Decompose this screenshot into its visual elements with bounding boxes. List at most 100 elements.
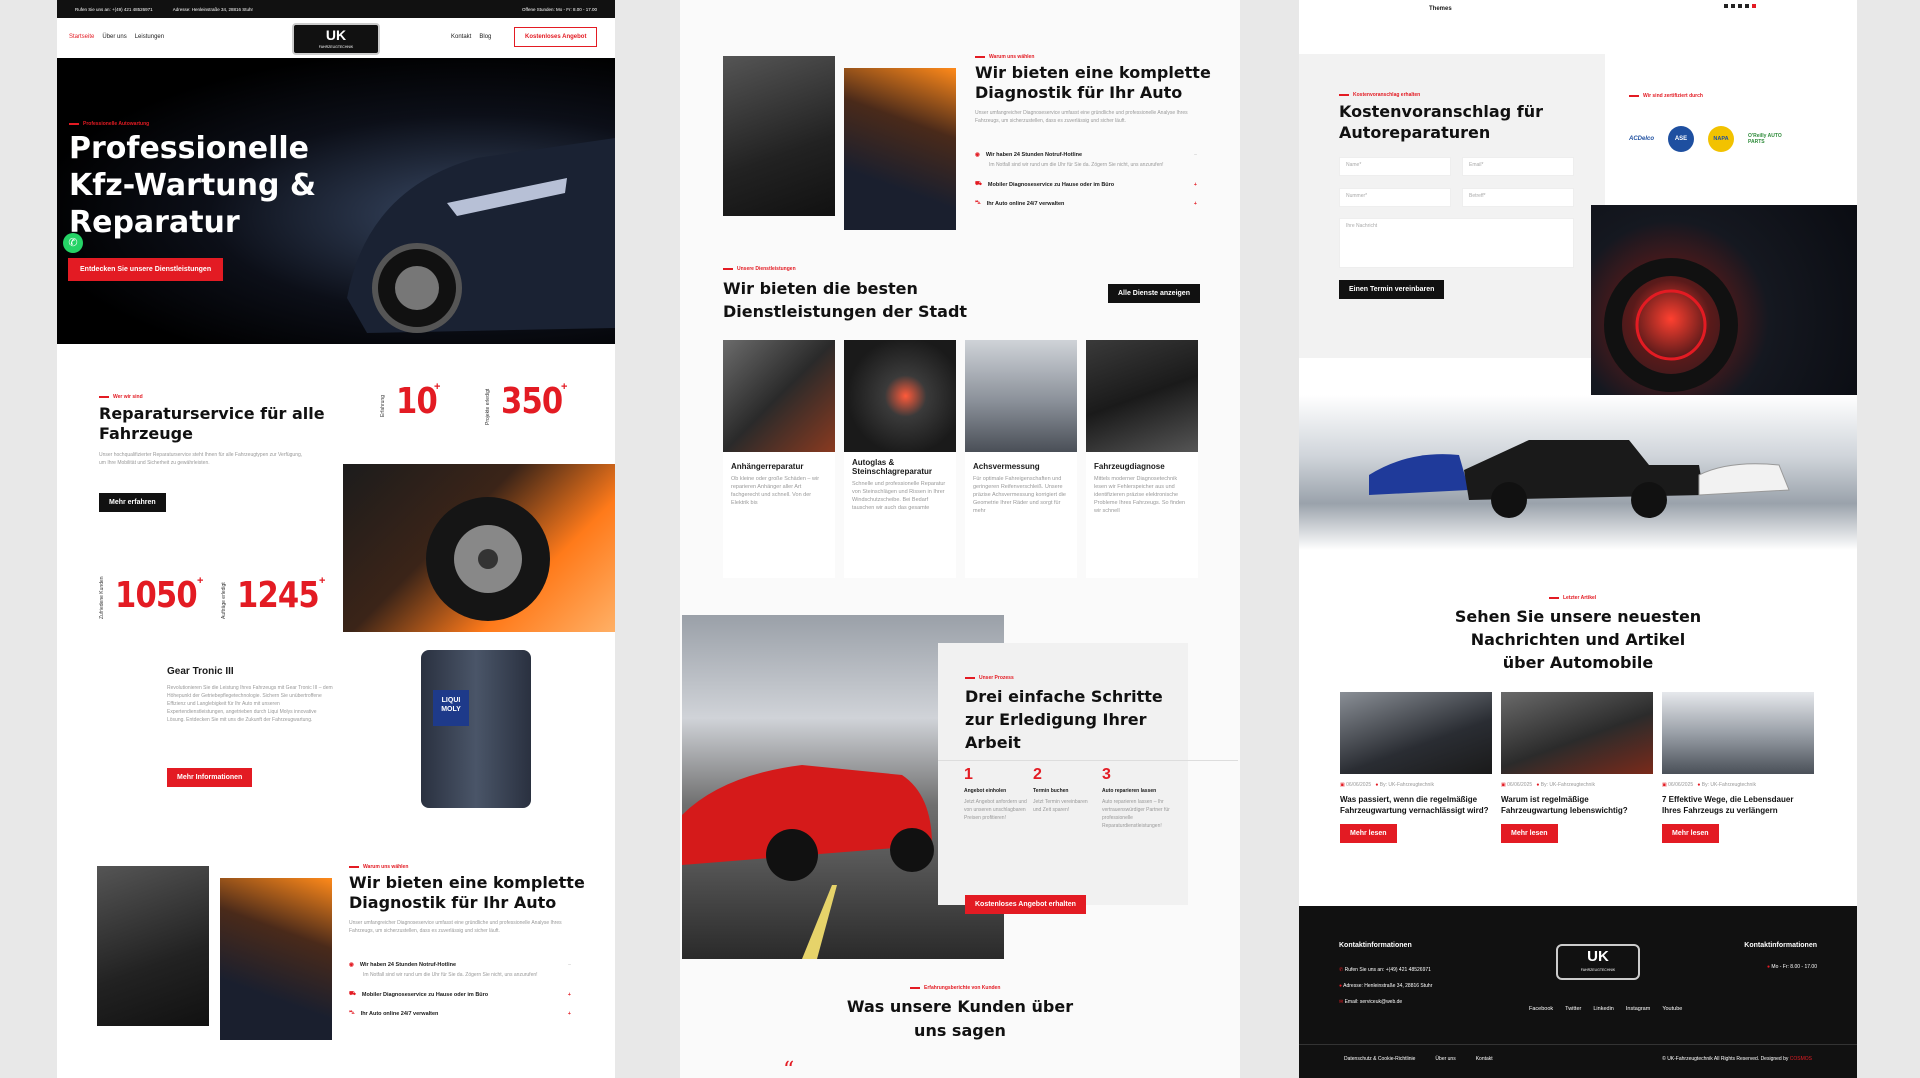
- slider-dot[interactable]: [1724, 4, 1728, 8]
- quote-kicker: Kostenvoranschlag erhalten: [1339, 92, 1420, 98]
- slider-dot[interactable]: [1752, 4, 1756, 8]
- message-field[interactable]: Ihre Nachricht: [1339, 218, 1574, 268]
- slider-dot[interactable]: [1731, 4, 1735, 8]
- site-logo[interactable]: UK FAHRZEUGTECHNIK: [292, 23, 380, 55]
- news-title[interactable]: Warum ist regelmäßige Fahrzeugwartung le…: [1501, 794, 1653, 816]
- slider-dots[interactable]: [1724, 4, 1756, 8]
- learn-more-button[interactable]: Mehr erfahren: [99, 493, 166, 512]
- diag-feature[interactable]: ⛟ Mobiler Diagnoseservice zu Hause oder i…: [349, 991, 571, 998]
- services-title: Wir bieten die besten Dienstleistungen d…: [723, 277, 967, 323]
- email-field[interactable]: Email*: [1462, 157, 1574, 176]
- process-title-line: Drei einfache Schritte: [965, 687, 1163, 706]
- nav-item-contact[interactable]: Kontakt: [451, 34, 471, 40]
- car-icon: ⛍: [975, 200, 981, 206]
- slider-dot[interactable]: [1745, 4, 1749, 8]
- news-author: By: UK-Fahrzeugtechnik: [1379, 782, 1434, 788]
- quote-title-line: Autoreparaturen: [1339, 123, 1491, 142]
- process-divider: [938, 760, 1238, 761]
- footer-logo[interactable]: UK FAHRZEUGTECHNIK: [1556, 944, 1640, 980]
- step-number: 2: [1033, 766, 1042, 783]
- slider-dot[interactable]: [1738, 4, 1742, 8]
- diag-feature[interactable]: ⛍ Ihr Auto online 24/7 verwalten +: [349, 1010, 571, 1017]
- free-quote-button[interactable]: Kostenloses Angebot: [514, 27, 598, 47]
- nav-item-services[interactable]: Leistungen: [135, 34, 164, 40]
- nav-item-blog[interactable]: Blog: [479, 34, 491, 40]
- about-link[interactable]: Über uns: [1435, 1056, 1455, 1062]
- stat-value: 10: [396, 381, 438, 422]
- phone-icon: ✆: [1339, 967, 1344, 973]
- topbar-hours: Offene Stunden: Mo - Fr: 8.00 - 17.00: [522, 6, 597, 12]
- diag-kicker: Warum uns wählen: [349, 864, 408, 870]
- service-image: [723, 340, 835, 452]
- themes-label: Themes: [1429, 6, 1452, 12]
- discover-services-button[interactable]: Entdecken Sie unsere Dienstleistungen: [68, 258, 224, 281]
- step-title: Angebot einholen: [964, 788, 1007, 794]
- youtube-link[interactable]: Youtube: [1662, 1006, 1682, 1012]
- service-title: Autoglas & Steinschlagreparatur: [852, 458, 933, 476]
- get-free-quote-button[interactable]: Kostenloses Angebot erhalten: [965, 895, 1086, 914]
- vehicles-banner-image: [1299, 395, 1857, 550]
- read-more-button[interactable]: Mehr lesen: [1340, 824, 1397, 843]
- topbar-phone[interactable]: Rufen Sie uns an: +(49) 421 48526971: [75, 7, 153, 12]
- more-info-button[interactable]: Mehr Informationen: [167, 768, 253, 787]
- number-field[interactable]: Nummer*: [1339, 188, 1451, 207]
- footer-address: Adresse: Henleinstraße 34, 28816 Stuhr: [1343, 983, 1433, 989]
- news-title[interactable]: 7 Effektive Wege, die Lebensdauer Ihres …: [1662, 794, 1814, 816]
- facebook-link[interactable]: Facebook: [1529, 1006, 1553, 1012]
- nav-item-about[interactable]: Über uns: [102, 34, 126, 40]
- acdelco-logo: ACDelco: [1629, 136, 1655, 142]
- news-card[interactable]: ▣ 06/06/2025 ● By: UK-Fahrzeugtechnik 7 …: [1662, 692, 1814, 843]
- diag-feature[interactable]: ⛟ Mobiler Diagnoseservice zu Hause oder i…: [975, 181, 1197, 188]
- topbar-address: Adresse: Henleinstraße 34, 28816 Stuhr: [172, 6, 253, 12]
- service-card[interactable]: Autoglas & Steinschlagreparatur Schnelle…: [844, 340, 956, 578]
- hero-title-line: Reparatur: [69, 205, 240, 240]
- news-title[interactable]: Was passiert, wenn die regelmäßige Fahrz…: [1340, 794, 1492, 816]
- news-meta: ▣ 06/06/2025 ● By: UK-Fahrzeugtechnik: [1662, 782, 1814, 788]
- diag-feature[interactable]: ◉ Wir haben 24 Stunden Notruf-Hotline –: [349, 962, 571, 968]
- stat-orders: Aufträge erledigt 1245 +: [221, 575, 333, 619]
- service-card[interactable]: Anhängerreparatur Ob kleine oder große S…: [723, 340, 835, 578]
- service-text: Für optimale Fahreigenschaften und gerin…: [973, 476, 1066, 514]
- diag-feature-list: ◉ Wir haben 24 Stunden Notruf-Hotline – Im…: [349, 962, 571, 1017]
- subject-field[interactable]: Betreff*: [1462, 188, 1574, 207]
- twitter-link[interactable]: Twitter: [1565, 1006, 1581, 1012]
- diag-feature[interactable]: ◉ Wir haben 24 Stunden Notruf-Hotline –: [975, 152, 1197, 158]
- whatsapp-icon[interactable]: ✆: [63, 233, 83, 253]
- process-kicker: Unser Prozess: [965, 675, 1014, 681]
- read-more-button[interactable]: Mehr lesen: [1501, 824, 1558, 843]
- process-step: 3 Auto reparieren lassen Auto reparieren…: [1102, 766, 1188, 830]
- news-card[interactable]: ▣ 06/06/2025 ● By: UK-Fahrzeugtechnik Wa…: [1340, 692, 1492, 843]
- reviews-kicker: Erfahrungsberichte von Kunden: [910, 985, 1000, 991]
- truck-icon: ⛟: [975, 181, 982, 187]
- service-card[interactable]: Achsvermessung Für optimale Fahreigensch…: [965, 340, 1077, 578]
- designer-link[interactable]: COSMOS: [1790, 1056, 1812, 1062]
- nav-item-home[interactable]: Startseite: [69, 34, 94, 40]
- news-kicker: Letzter Artikel: [1549, 595, 1596, 601]
- news-card[interactable]: ▣ 06/06/2025 ● By: UK-Fahrzeugtechnik Wa…: [1501, 692, 1653, 843]
- instagram-link[interactable]: Instagram: [1626, 1006, 1650, 1012]
- news-title-line: Nachrichten und Artikel: [1470, 630, 1686, 649]
- footer-phone[interactable]: Rufen Sie uns an: +(49) 421 48526971: [1345, 967, 1431, 973]
- copyright: © UK-Fahrzeugtechnik All Rights Reserved…: [1662, 1056, 1812, 1062]
- footer-email[interactable]: Email: serviceuk@web.de: [1345, 999, 1403, 1005]
- stat-plus: +: [197, 575, 204, 587]
- service-title: Achsvermessung: [973, 462, 1040, 471]
- all-services-button[interactable]: Alle Dienste anzeigen: [1108, 284, 1200, 303]
- privacy-link[interactable]: Datenschutz & Cookie-Richtlinie: [1344, 1056, 1415, 1062]
- diag-feature-label: Mobiler Diagnoseservice zu Hause oder im…: [361, 991, 489, 998]
- service-card[interactable]: Fahrzeugdiagnose Mittels moderner Diagno…: [1086, 340, 1198, 578]
- logo-text: UK: [325, 27, 347, 43]
- read-more-button[interactable]: Mehr lesen: [1662, 824, 1719, 843]
- news-meta: ▣ 06/06/2025 ● By: UK-Fahrzeugtechnik: [1340, 782, 1492, 788]
- book-appointment-button[interactable]: Einen Termin vereinbaren: [1339, 280, 1445, 299]
- services-title-line: Dienstleistungen der Stadt: [723, 302, 968, 321]
- contact-link[interactable]: Kontakt: [1476, 1056, 1493, 1062]
- stat-label: Erfahrung: [380, 395, 386, 417]
- diag-feature[interactable]: ⛍ Ihr Auto online 24/7 verwalten +: [975, 200, 1197, 207]
- top-bar: Rufen Sie uns an: +(49) 421 48526971 Adr…: [57, 0, 615, 18]
- name-field[interactable]: Name*: [1339, 157, 1451, 176]
- stat-value: 1050: [115, 575, 198, 616]
- about-title: Reparaturservice für alle Fahrzeuge: [99, 404, 325, 444]
- diag-feature-list: ◉ Wir haben 24 Stunden Notruf-Hotline – Im…: [975, 152, 1197, 207]
- linkedin-link[interactable]: Linkedin: [1593, 1006, 1614, 1012]
